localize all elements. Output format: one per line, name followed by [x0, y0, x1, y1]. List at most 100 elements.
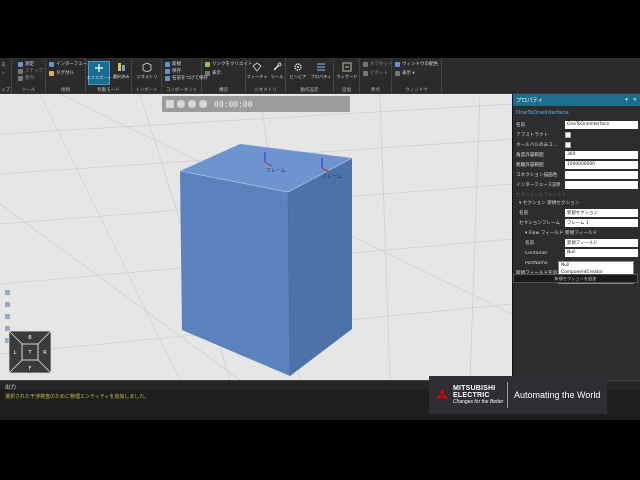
- name-field[interactable]: OneToOneInterface: [565, 121, 638, 129]
- prop-label: ホールベルのみコ...: [516, 143, 558, 148]
- tag-button[interactable]: タグ付ル: [49, 70, 74, 76]
- section-name-field[interactable]: 新規セクション: [565, 209, 638, 217]
- distance-tolerance-field[interactable]: 1000000000: [565, 161, 638, 169]
- connection-color-field[interactable]: [565, 171, 638, 179]
- window-icon: [395, 61, 400, 67]
- measure-button[interactable]: 測定: [18, 61, 34, 67]
- prop-row-desc: インターフェース説明: [513, 180, 640, 190]
- export-mode-button[interactable]: エミスポート: [86, 61, 112, 85]
- selected-mode-button[interactable]: 選択済み: [110, 61, 132, 85]
- 3d-viewport[interactable]: フレーム フレーム 00:00:00: [0, 94, 512, 380]
- ribbon-group-label: ップ: [1, 88, 10, 93]
- ribbon-group-label: 動作設定: [300, 88, 319, 93]
- ribbon-item[interactable]: ス: [1, 62, 6, 68]
- prop-row-abstract: アブストラクト: [513, 130, 640, 140]
- flow-field-header[interactable]: ▾ Flow フィールド 新規フィールド: [513, 230, 640, 238]
- ribbon-group-import: ジオメトリ インポート: [132, 58, 162, 94]
- offset-button[interactable]: オフセット: [363, 61, 393, 67]
- play-icon[interactable]: [199, 100, 207, 108]
- window-color-button[interactable]: ウィンドウの配色: [395, 61, 438, 67]
- save-icon: [165, 68, 170, 74]
- pin-icon[interactable]: ✦: [625, 97, 629, 103]
- new-component-button[interactable]: 新規: [165, 61, 181, 67]
- close-icon[interactable]: ✕: [633, 97, 637, 103]
- align-button[interactable]: 整列: [18, 75, 34, 81]
- cube-front-face[interactable]: [180, 171, 290, 376]
- section-new-header[interactable]: ▾ セクション 新規セクション: [513, 200, 640, 208]
- frame-label-2: フレーム: [322, 174, 342, 180]
- three-diamonds-icon: [436, 388, 448, 399]
- cube-side-face[interactable]: [288, 158, 352, 376]
- ribbon-group-window: ウィンドウの配色 表示 ▾ ウィンドウ: [392, 58, 442, 94]
- view-dropdown[interactable]: 表示 ▾: [395, 70, 415, 76]
- reset-icon[interactable]: [177, 100, 185, 108]
- section-row-name: 名前 新規セクション: [513, 208, 640, 218]
- ribbon-group-label: インポート: [135, 88, 158, 93]
- wizard-button[interactable]: ウィザード: [336, 61, 358, 85]
- ribbon-group-behavior: ビヘビア プロパティ 動作設定: [286, 58, 334, 94]
- ribbon-group-label: 接続: [61, 88, 70, 93]
- ribbon-item[interactable]: ャ: [1, 70, 6, 76]
- logo-text: MITSUBISHI ELECTRIC Changes for the Bett…: [453, 385, 503, 406]
- logo-left: MITSUBISHI ELECTRIC Changes for the Bett…: [429, 376, 507, 414]
- brand-tagline: Changes for the Better: [453, 398, 504, 405]
- tag-icon: [49, 70, 54, 76]
- wizard-icon: [342, 61, 353, 72]
- new-icon: [165, 61, 170, 67]
- navcube-back[interactable]: B: [28, 335, 32, 341]
- abstract-checkbox[interactable]: [565, 132, 571, 138]
- section-frame-dropdown[interactable]: フレーム 1: [565, 219, 638, 227]
- measure-icon: [18, 61, 23, 67]
- ribbon-group-component: 新規 保存 名前をつけて保存 コンポーネント: [162, 58, 208, 94]
- move-icon: [94, 62, 105, 73]
- prop-label: アブストラクト: [516, 133, 549, 138]
- ribbon-group-label: ウィンドウ: [405, 88, 428, 93]
- brand-line-2: ELECTRIC: [453, 391, 490, 399]
- ribbon-group-structure: リンクをクリエイト 表示 構造: [202, 58, 253, 94]
- view-tool-icon[interactable]: [5, 290, 10, 295]
- behavior-button[interactable]: ビヘビア: [287, 61, 309, 85]
- simulation-time: 00:00:00: [214, 99, 253, 109]
- settings-icon[interactable]: [166, 100, 174, 108]
- interface-icon: [49, 61, 54, 67]
- navigation-cube[interactable]: B L T R F: [8, 330, 52, 374]
- prop-row-distance: 距離許容範囲 1000000000: [513, 160, 640, 170]
- ribbon-group-add: ウィザード 追加: [334, 58, 360, 94]
- navcube-left[interactable]: L: [14, 350, 17, 356]
- rewind-icon[interactable]: [188, 100, 196, 108]
- hole-checkbox[interactable]: [565, 142, 571, 148]
- geometry-icon: [142, 61, 153, 72]
- pivot-button[interactable]: ピボット: [363, 70, 388, 76]
- feature-button[interactable]: フィーチャ: [246, 61, 268, 85]
- angle-tolerance-field[interactable]: 360: [565, 151, 638, 159]
- list-icon: [316, 61, 327, 72]
- field-name-field[interactable]: 新規フィールド: [565, 239, 638, 247]
- ribbon-group-geometry: フィーチャ ツール ジオメトリ: [246, 58, 286, 94]
- container-dropdown[interactable]: Null: [565, 249, 638, 257]
- geometry-import-button[interactable]: ジオメトリ: [136, 61, 158, 85]
- letterbox-bottom: [0, 420, 640, 480]
- interface-description-field[interactable]: [565, 181, 638, 189]
- prop-label: コネクション描画色: [516, 173, 558, 178]
- section-row-frame: セクションフレーム フレーム 1: [513, 218, 640, 228]
- viewport-scene: フレーム フレーム: [0, 94, 512, 380]
- properties-panel: プロパティ ✦ ✕ OneToOneInterface 名前 OneToOneI…: [512, 94, 640, 380]
- ribbon-group-label: 追加: [342, 88, 351, 93]
- navcube-front[interactable]: F: [29, 366, 32, 372]
- prop-label: 名前: [516, 123, 526, 128]
- save-button[interactable]: 保存: [165, 68, 181, 74]
- snap-button[interactable]: スナップ: [18, 68, 43, 74]
- brand-slogan: Automating the World: [514, 390, 601, 400]
- add-section-button[interactable]: 新規セクションを追加: [513, 274, 638, 283]
- dropdown-option-null[interactable]: Null: [559, 262, 633, 269]
- show-button[interactable]: 表示: [205, 70, 221, 76]
- navcube-right[interactable]: R: [43, 350, 47, 356]
- properties-button[interactable]: プロパティ: [310, 61, 332, 85]
- geometry-tools-button[interactable]: ツール: [266, 61, 288, 85]
- prop-row-angle: 角度許容範囲 360: [513, 150, 640, 160]
- view-tool-icon[interactable]: [5, 314, 10, 319]
- view-tool-icon[interactable]: [5, 302, 10, 307]
- prop-label: インターフェース説明: [516, 183, 560, 188]
- ribbon-toolbar: ス ャ ップ 測定 スナップ 整列 ツール インターフェース タグ付ル 接続 エ…: [0, 58, 640, 94]
- sections-fields-heading: セクションとフィールド: [516, 193, 567, 198]
